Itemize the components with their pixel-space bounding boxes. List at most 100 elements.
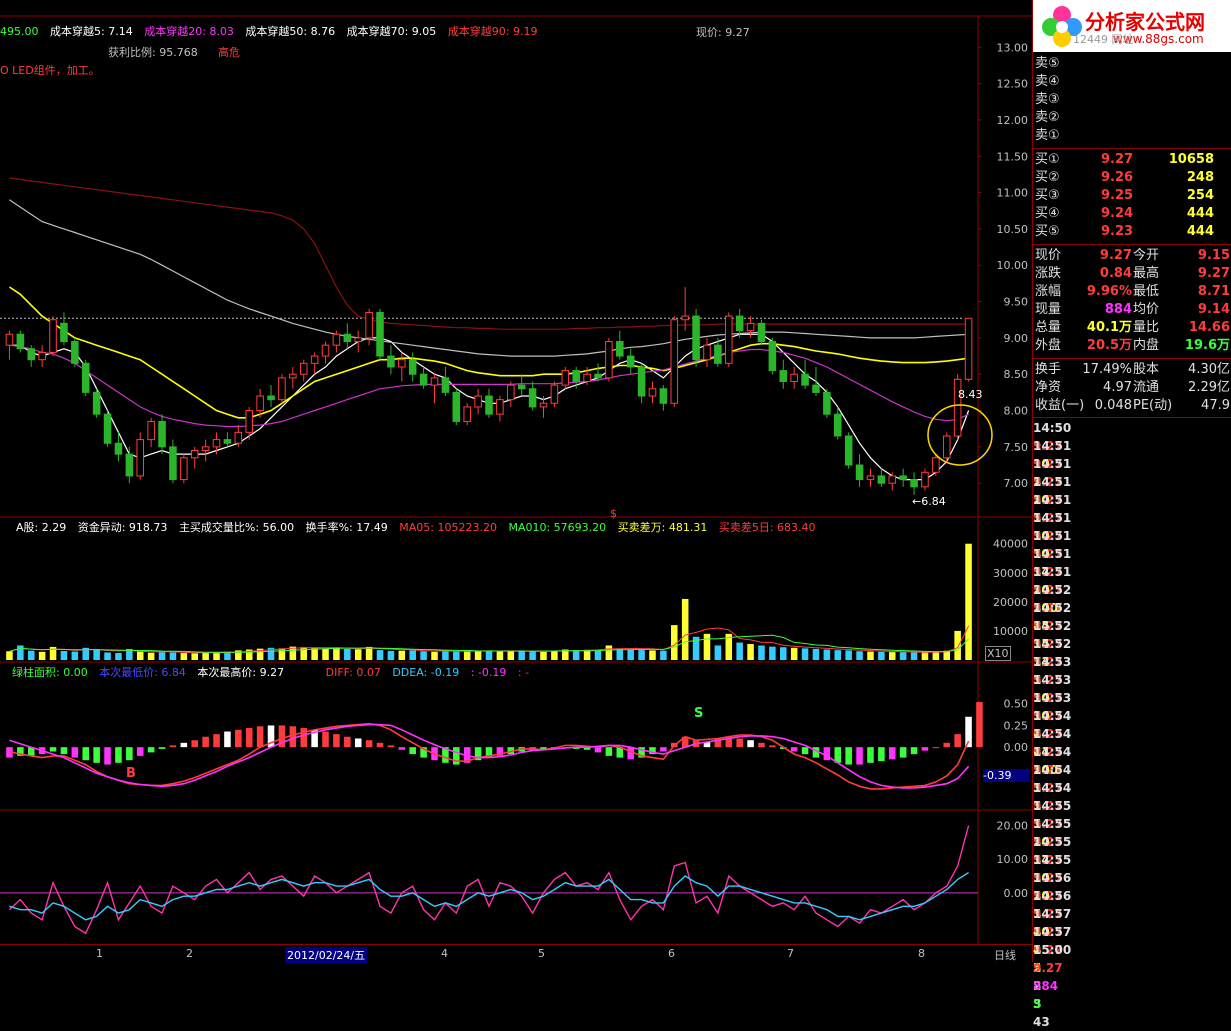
stat-row: 现价 9.27 今开 9.15 [1033,247,1231,265]
volume-bar [453,651,460,660]
candle-body [572,370,580,382]
volume-bar [529,651,536,660]
candle-body [507,384,515,401]
sell-row[interactable]: 卖① [1033,127,1231,145]
volume-bar [387,650,395,660]
candle-body [408,359,417,375]
y-tick-label: 8.00 [1004,405,1029,418]
fund-label: 流通 [1133,380,1160,395]
candle-body [616,341,624,357]
stat-value: 9.27 [1197,266,1230,281]
sell-row[interactable]: 卖② [1033,109,1231,127]
candle-body [452,391,461,422]
tick-row: 14:54 9.27 3 S 1 [1033,743,1231,831]
candle-body [899,475,907,481]
volume-bar [638,650,645,660]
main-indicator-bar: 495.00 成本穿越5: 7.14 成本穿越20: 8.03 成本穿越50: … [0,24,546,40]
macd-bar [344,736,351,748]
volume-bar [932,651,940,660]
y-tick-label: 9.00 [1004,332,1029,345]
x10-badge[interactable]: X10 [985,646,1011,661]
stat-label: 现价 [1035,248,1062,263]
fund-value: 0.048 [1094,398,1132,413]
macd-bar [387,745,395,748]
candle-body [561,370,570,386]
macd-bar [921,747,929,751]
volume-bar [344,648,351,660]
buy-row[interactable]: 买④ 9.24 444 [1033,205,1231,223]
fund-label: PE(动) [1133,398,1173,413]
volume-bar [954,630,961,660]
y-tick-label: 10000 [993,625,1028,638]
right-price-label: 8.43 [958,388,983,401]
x-label: 2 [186,947,193,960]
x-label: 6 [668,947,675,960]
info-profit-ratio: 获利比例: 95.768 [108,46,198,59]
fund-label: 收益(一) [1035,398,1085,413]
candle-body [714,344,722,364]
volume-bar [518,650,525,660]
volume-bar [507,650,515,660]
volume-bar [474,650,482,660]
macd-bar [300,728,307,748]
candle-body [180,457,188,481]
x-label: 7 [787,947,794,960]
x-label-selected[interactable]: 2012/02/24/五 [285,947,368,963]
tick-time: 14:51 [1033,529,1072,543]
buy-row[interactable]: 买① 9.27 10658 [1033,151,1231,169]
candle-body [779,370,788,382]
tick-row: 14:55 9.27 10 S 1 [1033,833,1231,921]
y-tick-label: 0.25 [1004,719,1029,732]
y-tick-label: 20000 [993,596,1028,609]
volume-bar [213,652,220,660]
fund-label: 净资 [1035,380,1062,395]
period-label[interactable]: 日线 [994,947,1016,963]
volume-bar [496,651,504,660]
y-tick-label: 30000 [993,567,1028,580]
y-tick-label: 7.00 [1004,477,1029,490]
candle-body [681,315,689,321]
sell-row[interactable]: 卖⑤ [1033,55,1231,73]
volume-bar [431,651,438,660]
macd-low: 本次最低价: 6.84 [99,666,186,679]
volume-bar [147,652,155,660]
volume-bar [71,651,79,660]
buy-row[interactable]: 买② 9.26 248 [1033,169,1231,187]
x-axis: 1 2 2012/02/24/五 4 5 6 7 8 日线 [0,944,1032,963]
logo-sub: 12449 网址 [1073,33,1134,46]
tick-time: 14:53 [1033,691,1072,705]
volume-bar [27,650,35,660]
sell-row[interactable]: 卖④ [1033,73,1231,91]
stat-label: 现量 [1035,302,1062,317]
tick-time: 14:51 [1033,547,1072,561]
stat-row: 总量 40.1万 量比 14.66 [1033,319,1231,337]
kline-chart-area[interactable]: 13.00 12.50 12.00 11.50 11.00 10.50 10.00 9.50 9… [0,0,1032,963]
macd-bar [899,747,907,758]
candle-body [550,384,559,404]
y-tick-label: 10.00 [997,259,1029,272]
x-label: 8 [918,947,925,960]
sell-label: 卖② [1035,110,1060,125]
tick-row: 14:52 9.27 5 S 1 [1033,635,1231,723]
volume-bar [583,649,591,660]
candle-body [365,311,373,339]
info-ma20: 成本穿越20: 8.03 [144,25,234,38]
tick-row: 14:50 9.27 10 S 1 [1033,419,1231,507]
volume-bar [572,650,580,660]
x-label: 1 [96,947,103,960]
volume-bar [551,650,558,660]
macd-bar [856,747,863,765]
buy-row[interactable]: 买③ 9.25 254 [1033,187,1231,205]
volume-bar [420,651,427,660]
candle-body [888,475,897,484]
candle-body [517,384,526,390]
macd-bar [376,742,384,748]
candle-body [746,322,755,332]
macd-bar [409,747,416,755]
volume-bar [158,652,166,660]
tick-time: 14:55 [1033,835,1072,849]
macd-bar [158,747,166,749]
sell-row[interactable]: 卖③ [1033,91,1231,109]
buy-row[interactable]: 买⑤ 9.23 444 [1033,223,1231,241]
tick-time: 14:54 [1033,763,1072,777]
